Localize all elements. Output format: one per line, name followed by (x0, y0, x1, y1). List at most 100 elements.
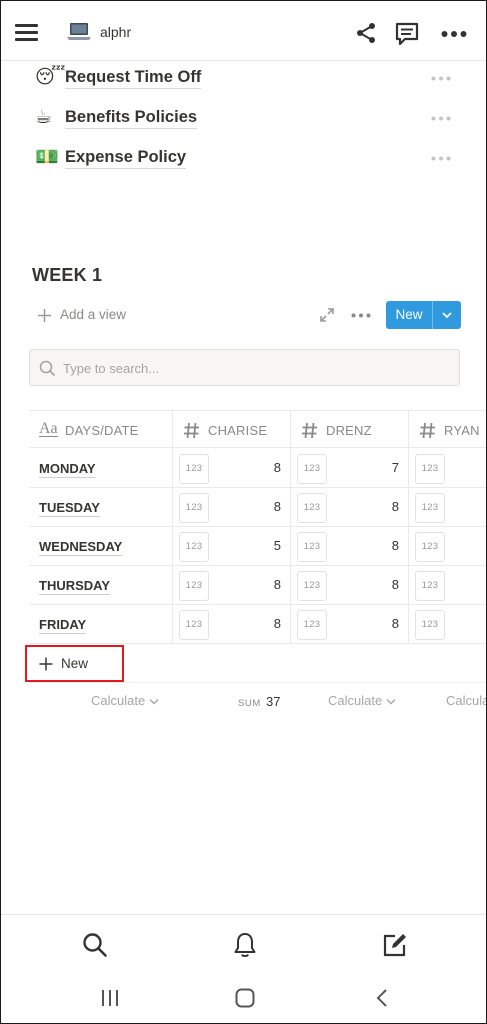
drenz-cell[interactable]: 123 8 (291, 488, 409, 527)
page-link-title[interactable]: Expense Policy (65, 148, 187, 169)
ryan-cell[interactable]: 123 (409, 527, 486, 566)
add-view-button[interactable]: Add a view (36, 306, 156, 326)
ryan-cell[interactable]: 123 (409, 488, 486, 527)
view-options-icon[interactable] (351, 313, 371, 318)
page-link-benefits-policies[interactable]: ☕ Benefits Policies (35, 103, 465, 133)
number-icon: 123 (415, 610, 445, 640)
add-view-label: Add a view (60, 307, 127, 322)
day-label: WEDNESDAY (39, 539, 123, 556)
cell-value: 8 (391, 499, 399, 514)
table-row[interactable]: FRIDAY 123 8 123 8 123 (29, 605, 486, 644)
search-icon[interactable] (81, 931, 109, 959)
more-icon[interactable] (441, 30, 467, 38)
column-header-charise[interactable]: CHARISE (173, 411, 291, 449)
column-label: CHARISE (208, 423, 268, 438)
text-property-icon: Aa (39, 420, 58, 437)
day-label: THURSDAY (39, 578, 111, 595)
drenz-cell[interactable]: 123 8 (291, 527, 409, 566)
table-row[interactable]: TUESDAY 123 8 123 8 123 (29, 488, 486, 527)
laptop-icon (67, 23, 91, 40)
bottom-nav (1, 914, 486, 974)
column-header-ryan[interactable]: RYAN (409, 411, 486, 449)
column-header-drenz[interactable]: DRENZ (291, 411, 409, 449)
cell-value: 8 (273, 499, 281, 514)
number-icon: 123 (297, 610, 327, 640)
expand-icon[interactable] (319, 307, 335, 323)
menu-icon[interactable] (15, 22, 39, 42)
calculate-label: Calculate (328, 693, 383, 708)
home-icon[interactable] (234, 987, 256, 1009)
ryan-cell[interactable]: 123 (409, 449, 486, 488)
page-link-expense-policy[interactable]: 💵 Expense Policy (35, 143, 465, 173)
page-options-icon[interactable] (431, 116, 451, 121)
table-header: Aa DAYS/DATE CHARISE DRENZ RYAN (29, 410, 486, 449)
drenz-cell[interactable]: 123 8 (291, 566, 409, 605)
charise-cell[interactable]: 123 8 (173, 605, 291, 644)
chevron-down-icon[interactable] (441, 310, 453, 320)
sum-label[interactable]: SUM (238, 698, 261, 709)
page-options-icon[interactable] (431, 76, 451, 81)
drenz-cell[interactable]: 123 7 (291, 449, 409, 488)
number-icon: 123 (415, 532, 445, 562)
number-icon: 123 (415, 571, 445, 601)
coffee-icon: ☕ (35, 107, 53, 128)
calculate-label: Calculate (91, 693, 146, 708)
table-row[interactable]: MONDAY 123 8 123 7 123 (29, 449, 486, 488)
cell-value: 8 (273, 577, 281, 592)
money-icon: 💵 (35, 147, 59, 168)
page-link-request-time-off[interactable]: 😴 Request Time Off (35, 63, 465, 93)
app-frame: alphr 😴 Request Time Off ☕ Benefits Poli… (0, 0, 487, 1024)
day-cell[interactable]: TUESDAY (29, 488, 173, 527)
bell-icon[interactable] (231, 931, 259, 959)
calculate-days[interactable]: Calculate (91, 693, 159, 708)
cell-value: 8 (273, 460, 281, 475)
compose-icon[interactable] (381, 931, 409, 959)
share-icon[interactable] (355, 22, 377, 44)
workspace-name[interactable]: alphr (100, 24, 131, 40)
number-icon: 123 (297, 454, 327, 484)
ryan-cell[interactable]: 123 (409, 566, 486, 605)
button-divider (432, 301, 433, 329)
cell-value: 8 (391, 538, 399, 553)
day-cell[interactable]: MONDAY (29, 449, 173, 488)
day-label: MONDAY (39, 461, 96, 478)
back-icon[interactable] (371, 987, 393, 1009)
number-icon: 123 (297, 532, 327, 562)
number-icon: 123 (179, 532, 209, 562)
new-record-button[interactable]: New (386, 301, 461, 329)
number-icon: 123 (297, 571, 327, 601)
number-icon: 123 (179, 454, 209, 484)
day-cell[interactable]: FRIDAY (29, 605, 173, 644)
charise-cell[interactable]: 123 8 (173, 449, 291, 488)
system-nav-bar (1, 974, 486, 1023)
table-row[interactable]: THURSDAY 123 8 123 8 123 (29, 566, 486, 605)
page-link-title[interactable]: Request Time Off (65, 68, 202, 89)
number-property-icon (302, 422, 317, 439)
calculate-label: Calcula (446, 693, 486, 708)
page-options-icon[interactable] (431, 156, 451, 161)
comment-icon[interactable] (394, 21, 420, 47)
calculate-ryan[interactable]: Calcula (446, 693, 486, 708)
sum-value[interactable]: 37 (266, 694, 280, 709)
database-title[interactable]: WEEK 1 (32, 265, 102, 286)
ryan-cell[interactable]: 123 (409, 605, 486, 644)
column-label: RYAN (444, 423, 480, 438)
number-icon: 123 (179, 610, 209, 640)
cell-value: 8 (391, 577, 399, 592)
drenz-cell[interactable]: 123 8 (291, 605, 409, 644)
cell-value: 5 (273, 538, 281, 553)
day-cell[interactable]: WEDNESDAY (29, 527, 173, 566)
charise-cell[interactable]: 123 5 (173, 527, 291, 566)
number-icon: 123 (179, 571, 209, 601)
charise-cell[interactable]: 123 8 (173, 566, 291, 605)
cell-value: 8 (273, 616, 281, 631)
day-cell[interactable]: THURSDAY (29, 566, 173, 605)
column-header-days[interactable]: Aa DAYS/DATE (29, 411, 173, 449)
calculate-drenz[interactable]: Calculate (328, 693, 396, 708)
charise-cell[interactable]: 123 8 (173, 488, 291, 527)
page-link-title[interactable]: Benefits Policies (65, 108, 198, 129)
search-input[interactable] (63, 358, 443, 378)
table-row[interactable]: WEDNESDAY 123 5 123 8 123 (29, 527, 486, 566)
cell-value: 8 (391, 616, 399, 631)
recent-apps-icon[interactable] (99, 987, 121, 1009)
